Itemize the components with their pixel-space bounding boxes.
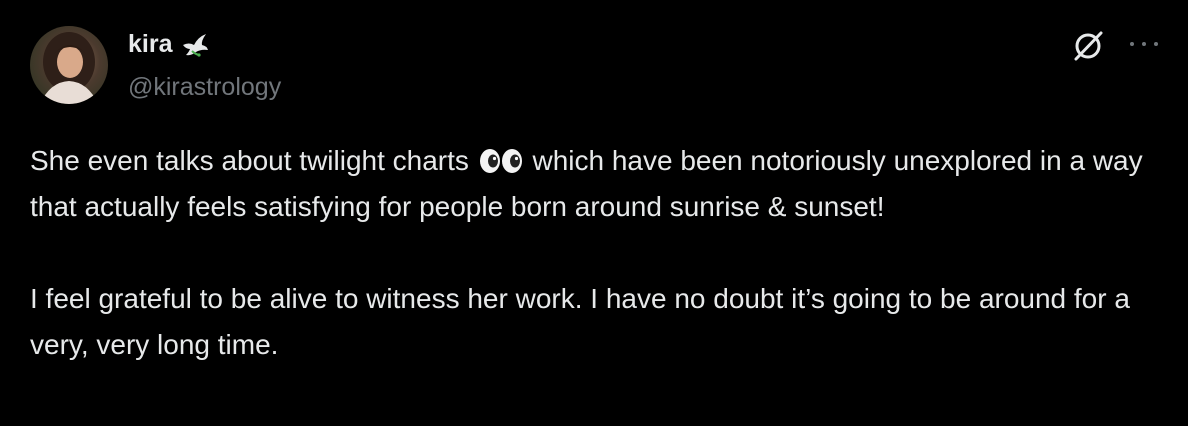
handle[interactable]: @kirastrology <box>128 73 281 102</box>
dove-icon <box>180 31 210 59</box>
tweet-card: kira @kirastrology She even talks about … <box>0 0 1188 426</box>
tweet-paragraph-1: She even talks about twilight charts whi… <box>30 138 1170 230</box>
tweet-paragraph-2: I feel grateful to be alive to witness h… <box>30 283 1130 360</box>
avatar[interactable] <box>30 26 108 104</box>
tweet-text-part: She even talks about twilight charts <box>30 145 477 176</box>
more-dot <box>1154 42 1158 46</box>
more-icon[interactable] <box>1124 34 1164 54</box>
eyes-emoji-icon <box>479 142 523 173</box>
display-name[interactable]: kira <box>128 30 210 59</box>
display-name-text[interactable]: kira <box>128 30 172 59</box>
more-dot <box>1130 42 1134 46</box>
tweet-text: She even talks about twilight charts whi… <box>30 138 1170 368</box>
more-dot <box>1142 42 1146 46</box>
grok-icon[interactable] <box>1070 28 1106 64</box>
